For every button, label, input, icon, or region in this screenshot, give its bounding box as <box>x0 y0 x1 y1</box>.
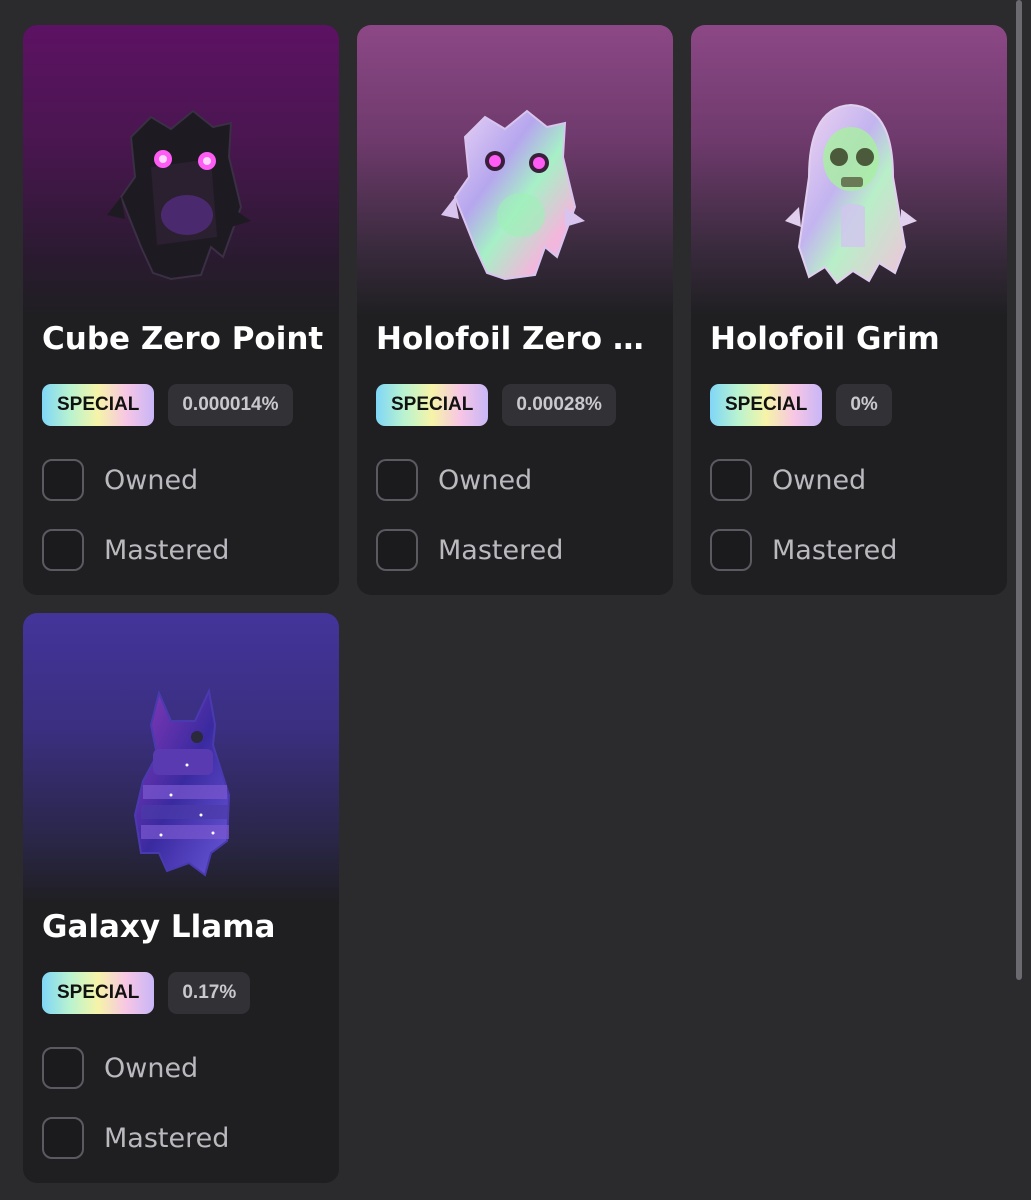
hooded-skull-icon <box>785 103 917 285</box>
rarity-badge: SPECIAL <box>42 384 155 426</box>
owned-toggle[interactable]: Owned <box>376 457 532 503</box>
owned-checkbox[interactable] <box>42 1047 84 1089</box>
owned-label: Owned <box>438 464 533 496</box>
drop-rate-badge: 0% <box>836 384 892 426</box>
drop-rate-badge: 0.17% <box>168 972 251 1014</box>
rarity-badge: SPECIAL <box>710 384 823 426</box>
cube-creature-icon <box>107 109 251 281</box>
owned-checkbox[interactable] <box>710 459 752 501</box>
mastered-toggle[interactable]: Mastered <box>376 527 563 573</box>
item-card[interactable]: Holofoil Grim SPECIAL 0% Owned Mastered <box>691 25 1007 595</box>
item-grid: Cube Zero Point SPECIAL 0.000014% Owned … <box>0 0 1031 1200</box>
owned-checkbox[interactable] <box>376 459 418 501</box>
owned-label: Owned <box>104 1052 199 1084</box>
scrollbar[interactable] <box>1016 0 1022 980</box>
item-title: Holofoil Grim <box>710 321 940 357</box>
mastered-toggle[interactable]: Mastered <box>42 1115 229 1161</box>
rarity-badge: SPECIAL <box>42 972 155 1014</box>
item-art <box>691 25 1007 315</box>
item-art <box>23 613 339 903</box>
item-title: Holofoil Zero Point <box>376 321 661 357</box>
mastered-checkbox[interactable] <box>42 529 84 571</box>
rarity-badge: SPECIAL <box>376 384 489 426</box>
owned-toggle[interactable]: Owned <box>42 457 198 503</box>
mastered-checkbox[interactable] <box>42 1117 84 1159</box>
item-badges: SPECIAL 0.00028% <box>376 384 616 426</box>
mastered-toggle[interactable]: Mastered <box>42 527 229 573</box>
owned-label: Owned <box>772 464 867 496</box>
item-art <box>357 25 673 315</box>
drop-rate-badge: 0.00028% <box>502 384 616 426</box>
owned-toggle[interactable]: Owned <box>710 457 866 503</box>
owned-label: Owned <box>104 464 199 496</box>
item-art <box>23 25 339 315</box>
mastered-label: Mastered <box>772 534 898 566</box>
item-card[interactable]: Cube Zero Point SPECIAL 0.000014% Owned … <box>23 25 339 595</box>
mastered-checkbox[interactable] <box>376 529 418 571</box>
owned-checkbox[interactable] <box>42 459 84 501</box>
mastered-label: Mastered <box>104 534 230 566</box>
holo-cube-creature-icon <box>441 109 585 281</box>
mastered-label: Mastered <box>104 1122 230 1154</box>
owned-toggle[interactable]: Owned <box>42 1045 198 1091</box>
item-card[interactable]: Holofoil Zero Point SPECIAL 0.00028% Own… <box>357 25 673 595</box>
item-badges: SPECIAL 0.17% <box>42 972 251 1014</box>
item-title: Cube Zero Point <box>42 321 324 357</box>
drop-rate-badge: 0.000014% <box>168 384 293 426</box>
llama-pinata-icon <box>133 687 231 877</box>
item-badges: SPECIAL 0.000014% <box>42 384 293 426</box>
mastered-label: Mastered <box>438 534 564 566</box>
item-badges: SPECIAL 0% <box>710 384 892 426</box>
item-card[interactable]: Galaxy Llama SPECIAL 0.17% Owned Mastere… <box>23 613 339 1183</box>
mastered-toggle[interactable]: Mastered <box>710 527 897 573</box>
item-title: Galaxy Llama <box>42 909 276 945</box>
mastered-checkbox[interactable] <box>710 529 752 571</box>
